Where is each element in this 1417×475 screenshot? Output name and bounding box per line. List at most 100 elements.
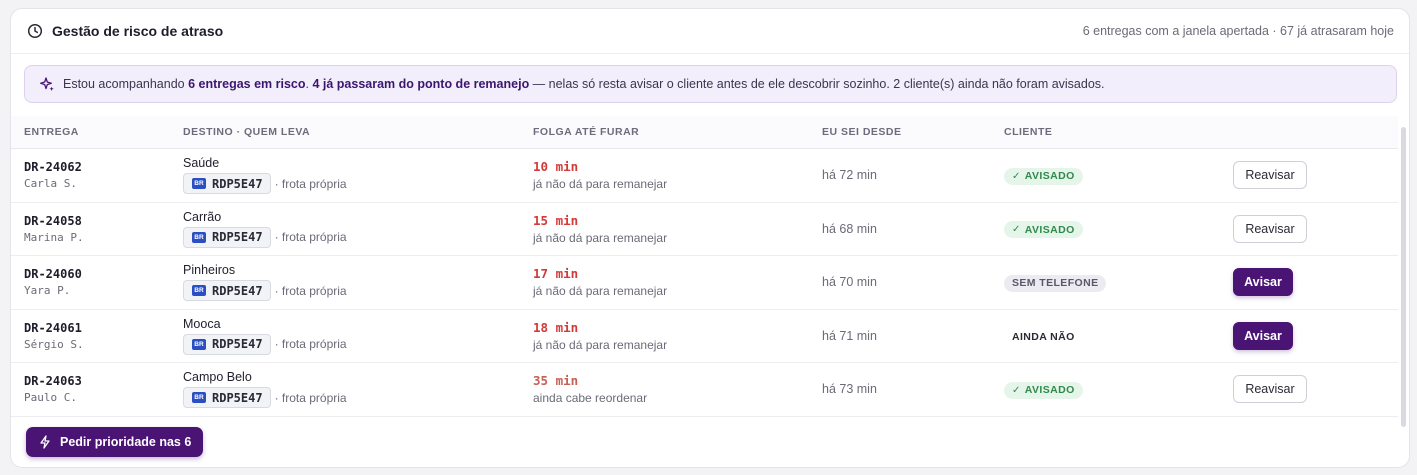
destination-cell: Pinheiros BR RDP5E47 · frota própria xyxy=(183,263,347,302)
delivery-code: DR-24060 xyxy=(24,267,82,282)
plate-number: RDP5E47 xyxy=(212,230,263,245)
destination-name: Mooca xyxy=(183,316,221,331)
table-body: DR-24062 Carla S. Saúde BR RDP5E47 · frota pr… xyxy=(11,149,1398,417)
plate-number: RDP5E47 xyxy=(212,337,263,352)
table-row: DR-24060 Yara P. Pinheiros BR RDP5E47 · frota… xyxy=(11,256,1398,310)
action-cell: Avisar xyxy=(1233,268,1293,297)
deliveries-table: ENTREGA DESTINO · QUEM LEVA FOLGA ATÉ FU… xyxy=(11,116,1398,417)
slack-note: já não dá para remanejar xyxy=(533,337,668,352)
action-cell: Avisar xyxy=(1233,321,1293,350)
fleet-type: · frota própria xyxy=(274,176,347,191)
clock-icon xyxy=(27,23,43,39)
notify-button[interactable]: Avisar xyxy=(1233,321,1293,350)
country-flag-icon: BR xyxy=(192,285,206,297)
renotify-button[interactable]: Reavisar xyxy=(1233,375,1307,404)
slack-time: 15 min xyxy=(533,212,579,228)
fleet-type: · frota própria xyxy=(274,390,347,405)
slack-time: 35 min xyxy=(533,373,579,389)
carrier-info: BR RDP5E47 · frota própria xyxy=(183,333,347,355)
known-since: há 72 min xyxy=(822,168,877,183)
destination-name: Saúde xyxy=(183,156,220,171)
action-cell: Reavisar xyxy=(1233,161,1307,190)
request-priority-button[interactable]: Pedir prioridade nas 6 xyxy=(26,427,204,457)
carrier-info: BR RDP5E47 · frota própria xyxy=(183,387,347,409)
delivery-cell: DR-24060 Yara P. xyxy=(24,267,82,297)
known-since: há 68 min xyxy=(822,221,877,236)
col-destino: DESTINO · QUEM LEVA xyxy=(183,126,311,138)
action-cell: Reavisar xyxy=(1233,375,1307,404)
table-row: DR-24061 Sérgio S. Mooca BR RDP5E47 · frota p… xyxy=(11,310,1398,363)
delivery-cell: DR-24058 Marina P. xyxy=(24,214,84,244)
country-flag-icon: BR xyxy=(192,392,206,404)
fleet-type: · frota própria xyxy=(274,230,347,245)
vehicle-plate: BR RDP5E47 xyxy=(183,173,271,195)
delivery-cell: DR-24062 Carla S. xyxy=(24,160,82,190)
country-flag-icon: BR xyxy=(192,178,206,190)
sparkle-icon xyxy=(39,76,55,92)
known-since: há 70 min xyxy=(822,275,877,290)
client-status-badge: ✓ AVISADO xyxy=(1004,221,1083,239)
known-since: há 73 min xyxy=(822,382,877,397)
col-entrega: ENTREGA xyxy=(24,126,79,138)
slack-note: ainda cabe reordenar xyxy=(533,391,648,406)
table-scrollbar[interactable] xyxy=(1401,127,1406,427)
client-cell: AINDA NÃO xyxy=(1004,327,1083,346)
table-header: ENTREGA DESTINO · QUEM LEVA FOLGA ATÉ FU… xyxy=(11,116,1398,149)
banner-risk-count: 6 entregas em risco xyxy=(188,77,306,91)
destination-cell: Mooca BR RDP5E47 · frota própria xyxy=(183,317,347,355)
delivery-code: DR-24063 xyxy=(24,374,82,389)
fleet-type: · frota própria xyxy=(274,283,347,298)
slack-time: 10 min xyxy=(533,159,579,175)
col-folga: FOLGA ATÉ FURAR xyxy=(533,126,640,138)
customer-name: Carla S. xyxy=(24,177,77,191)
delivery-code: DR-24061 xyxy=(24,320,82,335)
plate-number: RDP5E47 xyxy=(212,176,263,191)
renotify-button[interactable]: Reavisar xyxy=(1233,214,1307,243)
slack-cell: 17 min já não dá para remanejar xyxy=(533,266,667,298)
check-icon: ✓ xyxy=(1012,384,1021,396)
client-status-badge: SEM TELEFONE xyxy=(1004,274,1107,292)
notify-button[interactable]: Avisar xyxy=(1233,268,1293,297)
slack-cell: 10 min já não dá para remanejar xyxy=(533,159,667,191)
delivery-cell: DR-24063 Paulo C. xyxy=(24,374,82,404)
slack-note: já não dá para remanejar xyxy=(533,230,668,245)
client-status-badge: AINDA NÃO xyxy=(1012,330,1075,343)
client-cell: ✓ AVISADO xyxy=(1004,166,1083,185)
col-desde: EU SEI DESDE xyxy=(822,126,902,138)
destination-cell: Saúde BR RDP5E47 · frota própria xyxy=(183,156,347,195)
panel-title: Gestão de risco de atraso xyxy=(52,23,224,39)
destination-name: Carrão xyxy=(183,209,222,224)
carrier-info: BR RDP5E47 · frota própria xyxy=(183,173,347,195)
request-priority-label: Pedir prioridade nas 6 xyxy=(60,435,192,449)
country-flag-icon: BR xyxy=(192,338,206,350)
assistant-banner: Estou acompanhando 6 entregas em risco. … xyxy=(24,65,1397,103)
slack-cell: 15 min já não dá para remanejar xyxy=(533,213,667,245)
client-cell: SEM TELEFONE xyxy=(1004,273,1107,292)
carrier-info: BR RDP5E47 · frota própria xyxy=(183,280,347,302)
check-icon: ✓ xyxy=(1012,224,1021,236)
plate-number: RDP5E47 xyxy=(212,390,263,405)
table-row: DR-24062 Carla S. Saúde BR RDP5E47 · frota pr… xyxy=(11,149,1398,203)
plate-number: RDP5E47 xyxy=(212,283,263,298)
slack-note: já não dá para remanejar xyxy=(533,284,668,299)
panel-header: Gestão de risco de atraso 6 entregas com… xyxy=(11,9,1409,54)
customer-name: Yara P. xyxy=(24,284,71,298)
destination-cell: Campo Belo BR RDP5E47 · frota própria xyxy=(183,370,347,409)
renotify-button[interactable]: Reavisar xyxy=(1233,161,1307,190)
vehicle-plate: BR RDP5E47 xyxy=(183,280,271,302)
country-flag-icon: BR xyxy=(192,231,206,243)
client-status-badge: ✓ AVISADO xyxy=(1004,167,1083,185)
banner-past-point: 4 já passaram do ponto de remanejo xyxy=(312,77,530,91)
slack-time: 17 min xyxy=(533,266,579,282)
panel-summary: 6 entregas com a janela apertada · 67 já… xyxy=(1082,24,1394,38)
action-cell: Reavisar xyxy=(1233,214,1307,243)
slack-cell: 18 min já não dá para remanejar xyxy=(533,320,667,352)
banner-text: Estou acompanhando 6 entregas em risco. … xyxy=(63,77,1105,91)
delivery-code: DR-24058 xyxy=(24,213,82,228)
slack-time: 18 min xyxy=(533,319,579,335)
known-since: há 71 min xyxy=(822,328,877,343)
customer-name: Marina P. xyxy=(24,230,84,244)
client-cell: ✓ AVISADO xyxy=(1004,219,1083,239)
customer-name: Paulo C. xyxy=(24,391,77,405)
table-row: DR-24063 Paulo C. Campo Belo BR RDP5E47 · fro… xyxy=(11,363,1398,417)
